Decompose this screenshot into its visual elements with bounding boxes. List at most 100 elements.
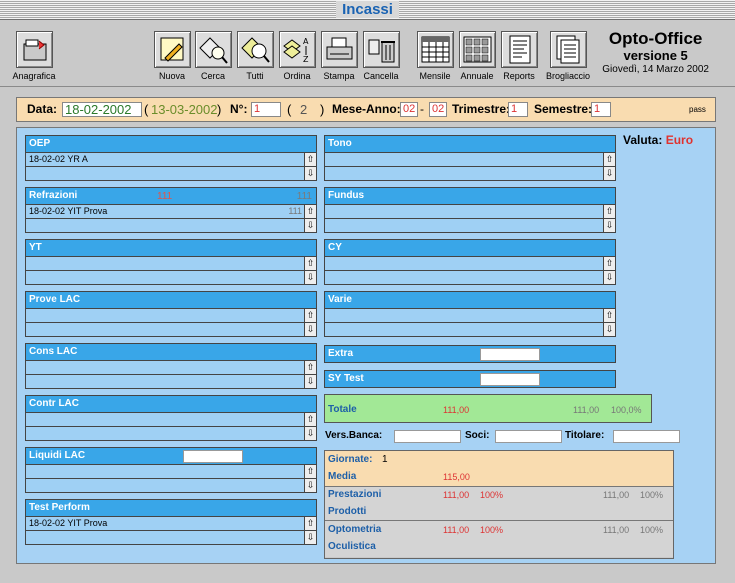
list-item[interactable]: ⇩: [25, 323, 317, 337]
list-item[interactable]: ⇧: [25, 413, 317, 427]
printer-icon: [320, 31, 358, 68]
list-item[interactable]: ⇧: [324, 309, 616, 323]
list-item[interactable]: 18-02-02 YIT Prova ⇧: [25, 517, 317, 531]
list-item[interactable]: ⇩: [25, 271, 317, 285]
scroll-down-icon[interactable]: ⇩: [603, 323, 615, 336]
totale-value-2: 111,00: [573, 405, 600, 415]
anagrafica-button[interactable]: Anagrafica: [8, 31, 60, 81]
scroll-down-icon[interactable]: ⇩: [603, 219, 615, 232]
optometria-label: Optometria: [328, 524, 382, 535]
brogliaccio-button[interactable]: Brogliaccio: [542, 31, 594, 81]
optometria-block: Optometria 111,00 100% 111,00 100% Oculi…: [325, 521, 673, 557]
section-title: Contr LAC: [25, 395, 317, 413]
anno-field[interactable]: 02: [429, 102, 447, 117]
scroll-down-icon[interactable]: ⇩: [304, 427, 316, 440]
section-title: Liquidi LAC: [29, 450, 86, 461]
titolare-input[interactable]: [613, 430, 680, 443]
scroll-down-icon[interactable]: ⇩: [304, 219, 316, 232]
scroll-up-icon[interactable]: ⇧: [304, 413, 316, 426]
sy-test-header: SY Test: [324, 370, 616, 388]
list-item[interactable]: ⇩: [25, 531, 317, 545]
optometria-value-2: 111,00: [603, 525, 630, 535]
header-value: 111: [157, 191, 173, 202]
semestre-field[interactable]: 1: [591, 102, 611, 117]
scroll-up-icon[interactable]: ⇧: [304, 465, 316, 478]
list-item[interactable]: ⇧: [25, 309, 317, 323]
data-field[interactable]: 18-02-2002: [62, 102, 142, 117]
list-item[interactable]: ⇩: [25, 479, 317, 493]
cancella-button[interactable]: Cancella: [355, 31, 407, 81]
section-cy: CY ⇧ ⇩: [324, 239, 616, 285]
scroll-up-icon[interactable]: ⇧: [603, 309, 615, 322]
list-item[interactable]: ⇩: [25, 427, 317, 441]
list-item[interactable]: 18-02-02 YIT Prova 111 ⇧: [25, 205, 317, 219]
prestazioni-block: Prestazioni 111,00 100% 111,00 100% Prod…: [325, 487, 673, 521]
scroll-up-icon[interactable]: ⇧: [603, 205, 615, 218]
pencil-icon: [153, 31, 191, 68]
scroll-up-icon[interactable]: ⇧: [304, 361, 316, 374]
list-item[interactable]: ⇩: [324, 167, 616, 181]
scroll-down-icon[interactable]: ⇩: [304, 479, 316, 492]
list-item[interactable]: ⇩: [25, 375, 317, 389]
calendar-year-icon: [458, 31, 496, 68]
row-text: 18-02-02 YR A: [29, 154, 88, 164]
scroll-down-icon[interactable]: ⇩: [304, 323, 316, 336]
num-secondary: 2: [300, 102, 308, 117]
media-label: Media: [328, 471, 357, 482]
semestre-label: Semestre:: [534, 102, 593, 116]
list-item[interactable]: ⇩: [324, 219, 616, 233]
list-item[interactable]: ⇧: [324, 205, 616, 219]
section-title: Fundus: [324, 187, 616, 205]
sy-test-input[interactable]: [480, 373, 540, 386]
valuta-value: Euro: [665, 133, 694, 147]
vers-banca-input[interactable]: [394, 430, 461, 443]
list-item[interactable]: ⇩: [25, 219, 317, 233]
list-item[interactable]: ⇧: [25, 361, 317, 375]
soci-input[interactable]: [495, 430, 562, 443]
header-value-2: 111: [296, 191, 312, 202]
titolare-label: Titolare:: [565, 430, 605, 441]
sort-az-icon: AZ: [278, 31, 316, 68]
trimestre-field[interactable]: 1: [508, 102, 528, 117]
list-item[interactable]: ⇧: [324, 257, 616, 271]
section-fundus: Fundus ⇧ ⇩: [324, 187, 616, 233]
reports-button[interactable]: Reports: [493, 31, 545, 81]
section-liquidi-lac: Liquidi LAC ⇧ ⇩: [25, 447, 317, 493]
section-title: Cons LAC: [25, 343, 317, 361]
prodotti-label: Prodotti: [328, 506, 367, 517]
list-item[interactable]: ⇩: [324, 271, 616, 285]
scroll-down-icon[interactable]: ⇩: [304, 271, 316, 284]
list-item[interactable]: ⇩: [25, 167, 317, 181]
list-item[interactable]: ⇧: [25, 465, 317, 479]
main-panel: Valuta: Euro OEP 18-02-02 YR A ⇧ ⇩ Refraz…: [16, 127, 716, 564]
list-item[interactable]: ⇧: [25, 257, 317, 271]
scroll-up-icon[interactable]: ⇧: [304, 309, 316, 322]
scroll-up-icon[interactable]: ⇧: [304, 257, 316, 270]
scroll-up-icon[interactable]: ⇧: [603, 257, 615, 270]
extra-input[interactable]: [480, 348, 540, 361]
scroll-down-icon[interactable]: ⇩: [304, 167, 316, 180]
scroll-down-icon[interactable]: ⇩: [304, 531, 316, 544]
totale-label: Totale: [328, 404, 357, 415]
liquidi-lac-input[interactable]: [183, 450, 243, 463]
section-title: Refrazioni: [29, 190, 78, 201]
totale-box: Totale 111,00 111,00 100,0%: [324, 394, 652, 423]
scroll-up-icon[interactable]: ⇧: [603, 153, 615, 166]
row-amount: 111: [288, 206, 302, 216]
open-paren-2: (: [287, 102, 292, 117]
scroll-up-icon[interactable]: ⇧: [304, 517, 316, 530]
scroll-up-icon[interactable]: ⇧: [304, 153, 316, 166]
scroll-down-icon[interactable]: ⇩: [603, 167, 615, 180]
list-item[interactable]: ⇩: [324, 323, 616, 337]
mese-field[interactable]: 02: [400, 102, 418, 117]
title-bar: Incassi: [0, 0, 735, 20]
anagrafica-label: Anagrafica: [12, 71, 56, 81]
list-item[interactable]: ⇧: [324, 153, 616, 167]
prestazioni-value: 111,00: [443, 490, 470, 500]
scroll-down-icon[interactable]: ⇩: [304, 375, 316, 388]
num-field[interactable]: 1: [251, 102, 281, 117]
list-item[interactable]: 18-02-02 YR A ⇧: [25, 153, 317, 167]
current-date: Giovedì, 14 Marzo 2002: [602, 64, 709, 75]
scroll-up-icon[interactable]: ⇧: [304, 205, 316, 218]
scroll-down-icon[interactable]: ⇩: [603, 271, 615, 284]
